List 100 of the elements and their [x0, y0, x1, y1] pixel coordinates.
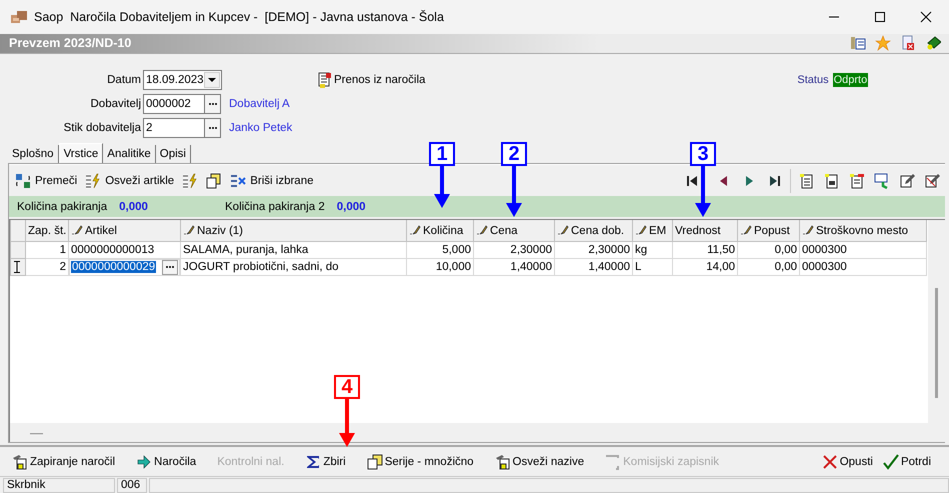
sigma-icon	[305, 454, 322, 470]
field-label: Stik dobavitelja	[62, 122, 142, 134]
caret-icon	[208, 78, 216, 82]
callout-number: 3	[690, 142, 716, 166]
table-cell: 10,000	[436, 261, 471, 274]
status-bar-text: Skrbnik	[3, 478, 115, 493]
pencil-icon	[71, 224, 83, 235]
document-stack-icon	[849, 172, 865, 189]
packaging-value: 0,000	[119, 200, 148, 213]
dots-icon	[165, 265, 175, 270]
table-cell: 2,30000	[510, 244, 552, 256]
window-title: Saop Naročila Dobaviteljem in Kupcev - [DEMO] - Javna ustanova - Šola	[34, 10, 444, 24]
status-value: Odprto	[832, 72, 868, 87]
cross-icon	[822, 454, 838, 470]
down-arrow	[434, 166, 450, 208]
dots-icon	[208, 126, 218, 130]
action-button[interactable]: Osveži nazive	[494, 450, 584, 473]
status-label: Status	[797, 74, 829, 86]
footer-mark: —	[30, 425, 43, 440]
column-header[interactable]: Naziv (1)	[180, 220, 406, 242]
down-arrow	[506, 166, 522, 217]
column-header[interactable]: Vrednost	[672, 220, 738, 242]
browse-button[interactable]	[204, 118, 221, 138]
maximize-icon	[874, 11, 886, 23]
pencil-icon	[802, 224, 814, 235]
check-icon	[882, 454, 899, 470]
table-cell: SALAMA, puranja, lahka	[183, 244, 308, 256]
close-icon	[920, 11, 932, 23]
table-cell: 1	[60, 244, 66, 256]
new-document-icon	[799, 172, 815, 189]
boxes-icon	[10, 9, 28, 25]
table-cell: 0000300	[802, 244, 847, 256]
action-button[interactable]: Potrdi	[882, 450, 931, 473]
stacked-pages-icon	[366, 454, 383, 470]
status-bar-text: 006	[117, 478, 147, 493]
pencil-icon	[409, 224, 421, 235]
packaging-label: Količina pakiranja	[17, 200, 108, 213]
column-header[interactable]: Artikel	[68, 220, 180, 242]
new-document-icon	[824, 172, 840, 189]
list-icon	[850, 35, 866, 52]
column-header[interactable]: Zap. št.	[26, 220, 68, 242]
column-header[interactable]: Količina	[406, 220, 474, 242]
action-button[interactable]: Serije - množično	[366, 450, 474, 473]
table-cell: L	[635, 261, 642, 274]
table-cell: JOGURT probiotični, sadni, do	[183, 261, 339, 274]
pencil-icon	[635, 224, 647, 235]
row-header[interactable]	[10, 258, 26, 276]
field-label: Dobavitelj	[90, 98, 142, 110]
table-cell-input[interactable]: 0000000000029	[71, 261, 156, 274]
arrow-right-icon	[136, 454, 152, 470]
input-field[interactable]: 0000002	[143, 94, 204, 114]
dots-icon	[208, 102, 218, 106]
star-button[interactable]	[874, 34, 891, 52]
lightning-list-icon	[85, 172, 102, 189]
table-cell: 11,50	[707, 244, 735, 256]
list-button[interactable]	[849, 34, 866, 52]
import-icon	[874, 172, 890, 189]
table-cell: 2,30000	[588, 244, 630, 256]
column-header[interactable]: Cena	[474, 220, 554, 242]
input-field[interactable]: 2	[143, 118, 204, 138]
action-button[interactable]: Opusti	[822, 450, 873, 473]
callout-number: 1	[429, 142, 455, 166]
lookup-name: Dobavitelj A	[228, 98, 290, 110]
tab[interactable]: Vrstice	[58, 143, 104, 164]
callout-number: 4	[334, 375, 360, 399]
action-button[interactable]: Zbiri	[305, 450, 346, 473]
table-cell: 1,40000	[588, 261, 630, 274]
transfer-button[interactable]: Prenos iz naročila	[317, 70, 426, 89]
column-header[interactable]: Cena dob.	[554, 220, 632, 242]
browse-button[interactable]	[162, 260, 178, 275]
action-button[interactable]: Naročila	[136, 450, 196, 473]
browse-button[interactable]	[204, 94, 221, 114]
edit-icon	[924, 172, 940, 189]
table-cell: 0,00	[774, 244, 797, 256]
down-arrow	[339, 399, 355, 447]
toolbar-button[interactable]: Osveži artikle	[85, 170, 174, 192]
document-title: Prevzem 2023/ND-10	[8, 36, 132, 50]
pencil-icon	[557, 224, 569, 235]
table-cell: 2	[60, 261, 66, 274]
pencil-icon	[183, 224, 195, 235]
date-field[interactable]: 18.09.2023	[143, 70, 222, 90]
delete-rows-icon	[230, 172, 246, 189]
callout-number: 2	[501, 142, 527, 166]
table-cell: 0,00	[774, 261, 797, 274]
pencil-icon	[740, 224, 752, 235]
packaging-label: Količina pakiranja 2	[225, 200, 325, 213]
edit-icon	[899, 172, 915, 189]
lightning-list-icon	[182, 172, 198, 189]
column-header[interactable]: EM	[632, 220, 672, 242]
down-arrow	[695, 166, 711, 217]
action-button[interactable]: Zapiranje naročil	[12, 450, 116, 473]
table-cell: 1,40000	[510, 261, 552, 274]
column-header[interactable]: Stroškovno mesto	[800, 220, 926, 242]
column-header[interactable]: Popust	[738, 220, 800, 242]
toolbar-button[interactable]: Briši izbrane	[230, 170, 314, 192]
toolbar-button[interactable]: Premeči	[15, 170, 78, 192]
table-cell: 5,000	[442, 244, 471, 256]
table-cell: 0000300	[802, 261, 847, 274]
lookup-name: Janko Petek	[228, 122, 292, 134]
document-icon	[317, 72, 333, 88]
